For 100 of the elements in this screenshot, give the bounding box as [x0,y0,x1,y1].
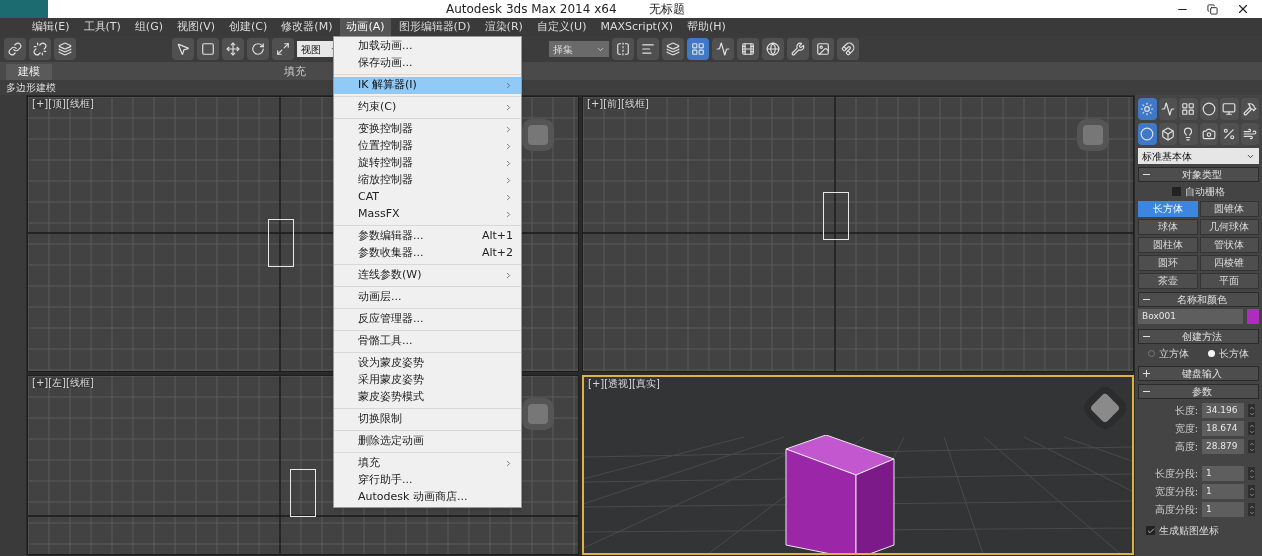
spinner-field[interactable]: 34.196 [1202,403,1244,418]
category-dropdown[interactable]: 标准基本体 [1138,148,1259,164]
menu-entry[interactable]: 参数收集器... Alt+2 [334,245,521,262]
menu-entry[interactable]: 切换限制 [334,411,521,428]
menu-entry[interactable]: 保存动画... [334,55,521,72]
menu-item[interactable]: 修改器(M) [275,18,339,36]
minus-icon[interactable] [1143,388,1150,395]
menu-item[interactable]: 图形编辑器(D) [392,18,477,36]
rollout-header[interactable]: 键盘输入 [1138,366,1259,381]
spinner-field[interactable]: 1 [1202,502,1244,517]
pointer-icon[interactable] [172,38,194,60]
move-icon[interactable] [222,38,244,60]
rollout-header[interactable]: 创建方法 [1138,329,1259,344]
menu-entry[interactable]: Autodesk 动画商店... [334,489,521,506]
close-icon[interactable] [1236,2,1250,16]
menu-item[interactable]: 渲染(R) [478,18,529,36]
menu-entry[interactable]: 位置控制器 [334,138,521,155]
name-field[interactable]: Box001 [1138,309,1243,324]
menu-item[interactable]: 动画(A) [340,18,391,36]
sun-icon[interactable] [1138,98,1157,120]
menu-entry[interactable]: 删除选定动画 [334,433,521,450]
spinner-arrows-icon[interactable] [1248,485,1255,498]
spinner-field[interactable]: 28.879 [1202,439,1244,454]
restore-icon[interactable] [1207,3,1218,15]
scale-icon[interactable] [272,38,294,60]
minus-icon[interactable] [1143,333,1150,340]
menu-entry[interactable]: 连线参数(W) [334,267,521,284]
spinner-field[interactable]: 18.674 [1202,421,1244,436]
hammer-icon[interactable] [1240,98,1259,120]
viewport-label[interactable]: [+][前][线框] [587,99,649,109]
plus-icon[interactable] [1143,370,1150,377]
minus-icon[interactable] [1143,296,1150,303]
primitive-button[interactable]: 圆柱体 [1138,237,1198,253]
menu-entry[interactable]: 穿行助手... [334,472,521,489]
menu-entry[interactable]: 骨骼工具... [334,333,521,350]
menu-entry[interactable]: 设为蒙皮姿势 [334,355,521,372]
viewport-label[interactable]: [+][左][线框] [32,378,94,388]
unlink-icon[interactable] [29,38,51,60]
primitive-button[interactable]: 长方体 [1138,201,1198,217]
radio-button[interactable] [1208,350,1216,357]
checkbox[interactable] [1146,526,1155,535]
rollout-header[interactable]: 对象类型 [1138,167,1259,182]
select-region-icon[interactable] [197,38,219,60]
rotate-icon[interactable] [247,38,269,60]
menu-item[interactable]: 组(G) [128,18,169,36]
render-frame-icon[interactable] [812,38,834,60]
viewport[interactable]: [+][透视][真实] [582,375,1134,555]
ribbon-tab[interactable]: 填充 [272,64,318,80]
spinner-arrows-icon[interactable] [1248,422,1255,435]
minus-icon[interactable] [1143,171,1150,178]
menu-entry[interactable]: MassFX [334,206,521,223]
rollout-header[interactable]: 名称和颜色 [1138,292,1259,307]
primitive-button[interactable]: 平面 [1199,273,1259,289]
viewport-label[interactable]: [+][顶][线框] [32,99,94,109]
menu-item[interactable]: MAXScript(X) [594,18,680,36]
wave-icon[interactable] [1240,123,1259,145]
primitive-button[interactable]: 圆锥体 [1199,201,1259,217]
menu-item[interactable]: 视图(V) [170,18,222,36]
align-icon[interactable] [637,38,659,60]
spinner-field[interactable]: 1 [1202,466,1244,481]
menu-entry[interactable]: IK 解算器(I) [334,77,521,94]
primitive-button[interactable]: 球体 [1138,219,1198,235]
primitive-button[interactable]: 四棱锥 [1199,255,1259,271]
menu-entry[interactable]: 反应管理器... [334,311,521,328]
menu-item[interactable]: 自定义(U) [530,18,593,36]
spinner-arrows-icon[interactable] [1248,404,1255,417]
menu-entry[interactable]: 蒙皮姿势模式 [334,389,521,406]
viewport-label[interactable]: [+][透视][真实] [588,379,660,389]
camera-icon[interactable] [1199,123,1218,145]
primitive-button[interactable]: 圆环 [1138,255,1198,271]
curve-icon[interactable] [1158,98,1177,120]
menu-entry[interactable]: 变换控制器 [334,121,521,138]
primitive-button[interactable]: 管状体 [1199,237,1259,253]
menu-entry[interactable]: CAT [334,189,521,206]
menu-item[interactable]: 帮助(H) [681,18,732,36]
menu-item[interactable]: 工具(T) [77,18,127,36]
curve-editor-icon[interactable] [712,38,734,60]
menu-item[interactable]: 编辑(E) [26,18,76,36]
spinner-arrows-icon[interactable] [1248,440,1255,453]
monitor-icon[interactable] [1220,98,1239,120]
ribbon-tab[interactable]: 建模 [6,64,52,80]
checkbox[interactable] [1172,187,1181,196]
link-icon[interactable] [4,38,26,60]
primitive-button[interactable]: 几何球体 [1199,219,1259,235]
menu-entry[interactable]: 约束(C) [334,99,521,116]
viewport[interactable]: [+][前][线框] [582,96,1134,372]
spinner-field[interactable]: 1 [1202,484,1244,499]
layers-icon[interactable] [54,38,76,60]
spinner-arrows-icon[interactable] [1248,467,1255,480]
menu-entry[interactable]: 旋转控制器 [334,155,521,172]
light-icon[interactable] [1179,123,1198,145]
menu-entry[interactable]: 填充 [334,455,521,472]
menu-entry[interactable]: 动画层... [334,289,521,306]
menu-item[interactable]: 创建(C) [223,18,274,36]
menu-entry[interactable]: 采用蒙皮姿势 [334,372,521,389]
layers-icon[interactable] [662,38,684,60]
rollout-header[interactable]: 参数 [1138,384,1259,399]
menu-entry[interactable]: 参数编辑器... Alt+1 [334,228,521,245]
spinner-arrows-icon[interactable] [1248,503,1255,516]
selection-set-dropdown[interactable]: 择集 [549,41,609,57]
